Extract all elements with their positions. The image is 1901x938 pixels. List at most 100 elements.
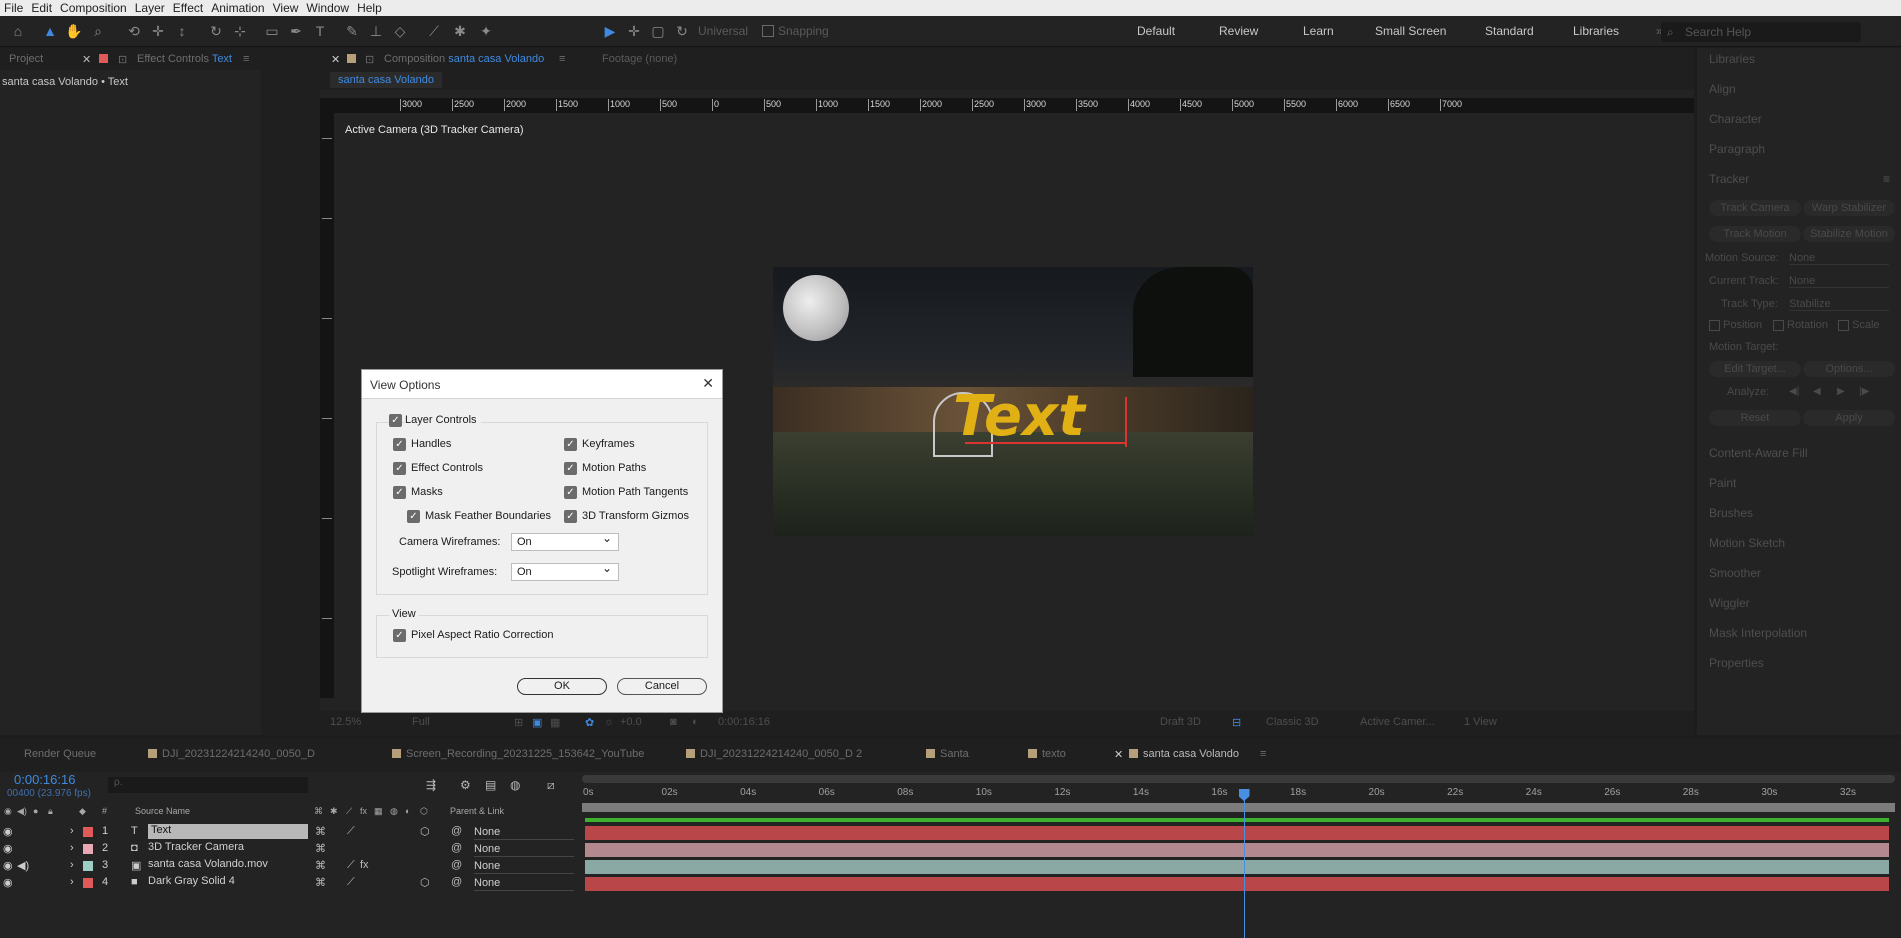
view-layout-dropdown[interactable]: 1 View <box>1464 716 1497 728</box>
timeline-tab[interactable]: DJI_20231224214240_0050_D <box>148 748 315 760</box>
eye-icon[interactable]: ◉ <box>3 842 13 855</box>
home-icon[interactable]: ⌂ <box>8 21 28 41</box>
draft-3d-icon[interactable]: ⚙ <box>460 778 471 792</box>
menu-animation[interactable]: Animation <box>207 0 268 16</box>
eraser-tool-icon[interactable]: ◇ <box>390 21 410 41</box>
expand-chevron-icon[interactable]: › <box>70 842 74 854</box>
type-tool-icon[interactable]: T <box>310 21 330 41</box>
label-color-swatch[interactable] <box>83 861 93 871</box>
parent-select[interactable]: None <box>474 860 574 874</box>
panel-menu-icon[interactable]: ≡ <box>559 53 565 65</box>
tab-effect-controls[interactable]: Effect Controls Text <box>137 53 232 65</box>
work-area-range[interactable] <box>582 803 1895 812</box>
pen-tool-icon[interactable]: ✒ <box>286 21 306 41</box>
menu-layer[interactable]: Layer <box>131 0 169 16</box>
scale-checkbox[interactable] <box>1838 320 1849 331</box>
workspace-small-screen[interactable]: Small Screen <box>1375 24 1446 38</box>
analyze-forward-all-icon[interactable]: |▶ <box>1859 386 1869 397</box>
rotation-checkbox[interactable] <box>1773 320 1784 331</box>
panel-menu-icon[interactable]: ≡ <box>1260 748 1266 760</box>
parent-select[interactable]: None <box>474 843 574 857</box>
eye-icon[interactable]: ◉ <box>3 859 13 872</box>
section-libraries[interactable]: Libraries <box>1709 52 1755 66</box>
label-color-swatch[interactable] <box>83 827 93 837</box>
timeline-tab[interactable]: santa casa Volando <box>1129 748 1239 760</box>
eye-icon[interactable]: ◉ <box>3 876 13 889</box>
menu-window[interactable]: Window <box>302 0 353 16</box>
workspace-default[interactable]: Default <box>1137 24 1175 38</box>
3d-layer-switch-icon[interactable]: ⬡ <box>420 825 430 838</box>
playhead[interactable] <box>1238 789 1250 938</box>
snapshot-icon[interactable]: ◙ <box>670 716 677 728</box>
comp-flowchart-icon[interactable]: ⇶ <box>426 778 436 792</box>
analyze-back-icon[interactable]: ◀ <box>1813 386 1821 397</box>
label-color-swatch[interactable] <box>83 878 93 888</box>
close-icon[interactable]: ✕ <box>331 53 340 66</box>
pin-tool-icon[interactable]: ✦ <box>476 21 496 41</box>
hand-tool-icon[interactable]: ✋ <box>64 21 84 41</box>
scale-axis-icon[interactable]: ▢ <box>648 21 668 41</box>
layer-duration-bar[interactable] <box>585 860 1889 874</box>
work-area-bar[interactable] <box>582 775 1895 783</box>
analyze-back-all-icon[interactable]: ◀| <box>1789 386 1799 397</box>
menu-help[interactable]: Help <box>353 0 386 16</box>
quality-switch-icon[interactable]: ⟋ <box>347 859 355 872</box>
shy-switch-icon[interactable]: ⌘ <box>315 842 326 855</box>
puppet-tool-icon[interactable]: ✱ <box>450 21 470 41</box>
extended-viewer-icon[interactable]: ⊟ <box>1232 716 1241 729</box>
lock-icon[interactable]: ⊡ <box>118 53 127 66</box>
handles-checkbox[interactable]: ✓ <box>393 438 406 451</box>
layer-row[interactable]: ◉ › 2 ◘ 3D Tracker Camera ⌘ @ None <box>0 841 575 858</box>
stamp-tool-icon[interactable]: ⊥ <box>366 21 386 41</box>
tab-composition[interactable]: Composition santa casa Volando <box>384 53 544 65</box>
parent-select[interactable]: None <box>474 877 574 891</box>
menu-view[interactable]: View <box>269 0 303 16</box>
transparency-grid-icon[interactable]: ▦ <box>550 716 560 729</box>
expand-chevron-icon[interactable]: › <box>70 876 74 888</box>
pickwhip-icon[interactable]: @ <box>451 825 462 837</box>
masks-checkbox[interactable]: ✓ <box>393 486 406 499</box>
shy-switch-icon[interactable]: ⌘ <box>315 859 326 872</box>
pan-tool-icon[interactable]: ✛ <box>148 21 168 41</box>
panel-menu-icon[interactable]: ≡ <box>243 53 249 65</box>
section-smoother[interactable]: Smoother <box>1709 566 1761 580</box>
tab-project[interactable]: Project <box>9 53 43 65</box>
pixel-aspect-checkbox[interactable]: ✓ <box>393 629 406 642</box>
pickwhip-icon[interactable]: @ <box>451 876 462 888</box>
menu-edit[interactable]: Edit <box>27 0 56 16</box>
section-align[interactable]: Align <box>1709 82 1736 96</box>
workspace-learn[interactable]: Learn <box>1303 24 1334 38</box>
apply-button[interactable]: Apply <box>1803 410 1895 426</box>
3d-gizmos-checkbox[interactable]: ✓ <box>564 510 577 523</box>
orbit-tool-icon[interactable]: ⟲ <box>124 21 144 41</box>
menu-effect[interactable]: Effect <box>169 0 207 16</box>
timeline-tab[interactable]: Santa <box>926 748 969 760</box>
warp-stabilizer-button[interactable]: Warp Stabilizer <box>1803 200 1895 216</box>
workspace-review[interactable]: Review <box>1219 24 1258 38</box>
draft-3d-toggle[interactable]: Draft 3D <box>1160 716 1201 728</box>
snapping-checkbox[interactable] <box>762 25 774 37</box>
section-tracker[interactable]: Tracker <box>1709 172 1749 186</box>
section-paragraph[interactable]: Paragraph <box>1709 142 1765 156</box>
comp-timecode[interactable]: 0:00:16:16 <box>718 716 770 728</box>
layer-row[interactable]: ◉ › 1 T Text ⌘ ⟋ ⬡ @ None <box>0 824 575 841</box>
resolution-dropdown[interactable]: Full <box>412 716 430 728</box>
menu-composition[interactable]: Composition <box>56 0 131 16</box>
label-color-swatch[interactable] <box>83 844 93 854</box>
effect-controls-checkbox[interactable]: ✓ <box>393 462 406 475</box>
fx-switch-icon[interactable]: fx <box>360 859 369 871</box>
workspace-standard[interactable]: Standard <box>1485 24 1534 38</box>
section-character[interactable]: Character <box>1709 112 1762 126</box>
mask-visibility-icon[interactable]: ▣ <box>532 716 542 729</box>
menu-file[interactable]: File <box>0 0 27 16</box>
preview-text-layer[interactable]: Text <box>953 387 1085 447</box>
layer-row[interactable]: ◉ › 4 ■ Dark Gray Solid 4 ⌘ ⟋ ⬡ @ None <box>0 875 575 892</box>
layer-controls-checkbox[interactable]: ✓ <box>389 414 402 427</box>
timeline-tab[interactable]: Render Queue <box>24 748 96 760</box>
quality-switch-icon[interactable]: ⟋ <box>347 825 355 838</box>
rectangle-tool-icon[interactable]: ▭ <box>262 21 282 41</box>
layer-name[interactable]: 3D Tracker Camera <box>148 841 244 853</box>
shy-switch-icon[interactable]: ⌘ <box>315 825 326 838</box>
section-mask-interpolation[interactable]: Mask Interpolation <box>1709 626 1807 640</box>
axis-mode-icon[interactable]: ▶ <box>600 21 620 41</box>
